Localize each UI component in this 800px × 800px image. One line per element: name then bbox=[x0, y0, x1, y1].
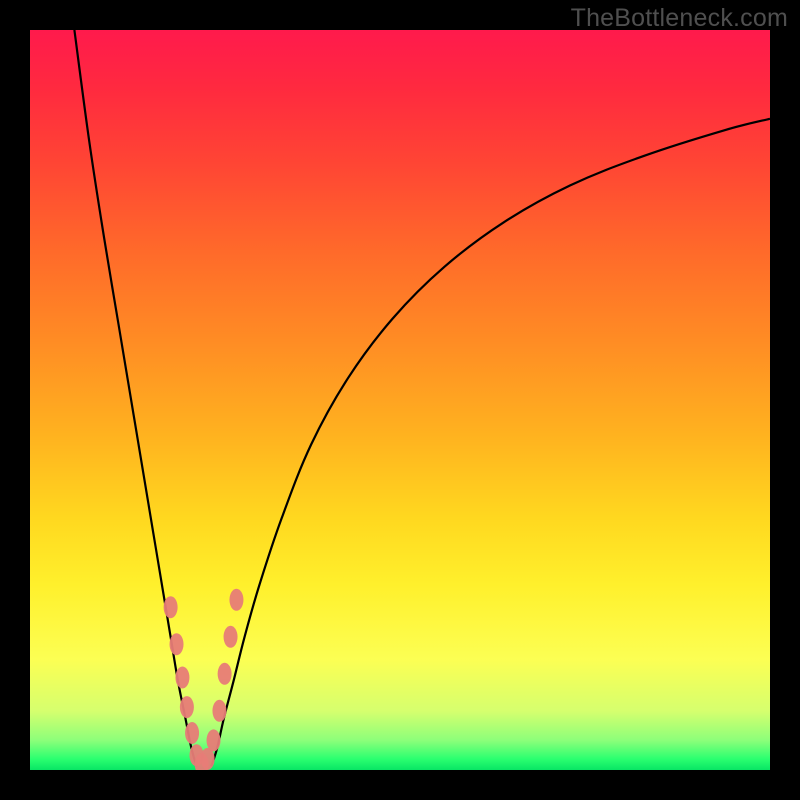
data-point bbox=[218, 663, 232, 685]
curve-right-branch bbox=[211, 119, 770, 767]
chart-svg bbox=[30, 30, 770, 770]
data-point bbox=[212, 700, 226, 722]
plot-area bbox=[30, 30, 770, 770]
data-point bbox=[175, 667, 189, 689]
data-point bbox=[224, 626, 238, 648]
data-points-group bbox=[164, 589, 244, 770]
data-point bbox=[229, 589, 243, 611]
curve-left-branch bbox=[74, 30, 196, 766]
chart-frame: TheBottleneck.com bbox=[0, 0, 800, 800]
data-point bbox=[207, 729, 221, 751]
data-point bbox=[170, 633, 184, 655]
watermark-text: TheBottleneck.com bbox=[571, 4, 788, 33]
data-point bbox=[180, 696, 194, 718]
data-point bbox=[185, 722, 199, 744]
data-point bbox=[164, 596, 178, 618]
